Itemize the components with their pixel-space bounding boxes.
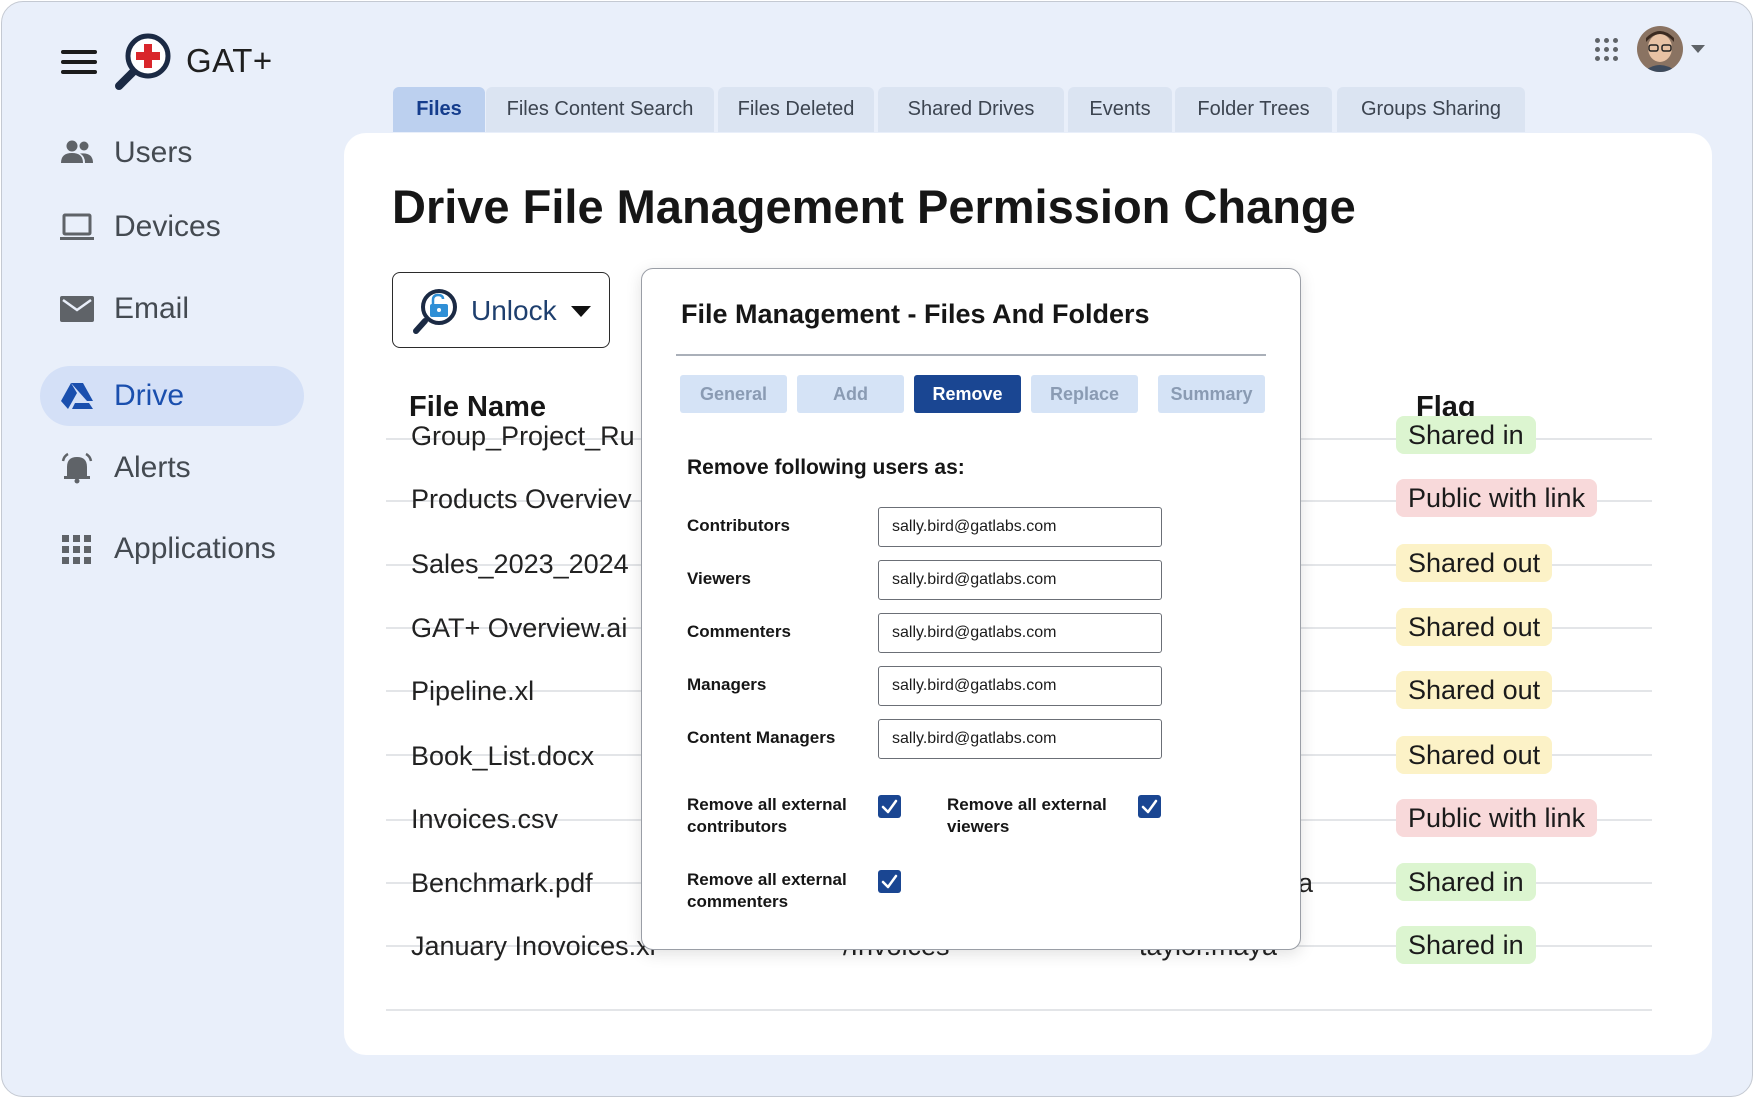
bell-icon xyxy=(60,452,94,484)
tab-groups-sharing[interactable]: Groups Sharing xyxy=(1337,87,1525,132)
menu-icon[interactable] xyxy=(61,48,97,76)
chevron-down-icon xyxy=(571,306,591,317)
flag-badge: Shared in xyxy=(1396,863,1536,901)
modal-divider xyxy=(676,354,1266,356)
apps-launcher-icon[interactable] xyxy=(1595,38,1619,62)
sidebar-item-label: Drive xyxy=(114,379,185,412)
tab-files-content-search[interactable]: Files Content Search xyxy=(486,87,714,132)
flag-badge: Shared out xyxy=(1396,544,1553,582)
file-name-cell: Benchmark.pdf xyxy=(411,868,593,898)
unlock-dropdown-button[interactable]: Unlock xyxy=(392,272,610,348)
unlock-label: Unlock xyxy=(471,295,557,326)
sidebar-item-applications[interactable]: Applications xyxy=(40,519,304,579)
row-divider xyxy=(386,1009,1652,1011)
sidebar-item-devices[interactable]: Devices xyxy=(40,197,304,257)
flag-badge: Shared in xyxy=(1396,416,1536,454)
tab-folder-trees[interactable]: Folder Trees xyxy=(1175,87,1332,132)
managers-input[interactable] xyxy=(878,666,1162,706)
flag-badge: Shared in xyxy=(1396,926,1536,964)
file-name-cell: Book_List.docx xyxy=(411,741,595,771)
commenters-input[interactable] xyxy=(878,613,1162,653)
sidebar-item-drive[interactable]: Drive xyxy=(40,366,304,426)
remove-external-checkbox[interactable] xyxy=(878,870,901,893)
avatar[interactable] xyxy=(1637,26,1683,72)
file-name-cell: January Inovoices.xl xyxy=(411,931,656,961)
app-window: GAT+ Users Devices Email Drive Alerts Applica… xyxy=(1,1,1753,1097)
field-label: Contributors xyxy=(687,516,790,535)
sidebar-item-alerts[interactable]: Alerts xyxy=(40,438,304,498)
unlock-icon xyxy=(413,289,457,334)
users-icon xyxy=(60,137,94,169)
contributors-input[interactable] xyxy=(878,507,1162,547)
file-name-cell: Products Overviev xyxy=(411,484,632,514)
field-label: Viewers xyxy=(687,569,751,588)
flag-badge: Shared out xyxy=(1396,671,1553,709)
flag-badge: Public with link xyxy=(1396,479,1598,517)
section-heading: Remove following users as: xyxy=(687,456,965,479)
flag-badge: Shared out xyxy=(1396,736,1553,774)
app-name: GAT+ xyxy=(186,42,273,79)
checkbox-label: Remove all external contributors xyxy=(687,795,847,836)
sidebar-item-label: Alerts xyxy=(114,451,191,484)
modal-tab-remove[interactable]: Remove xyxy=(914,375,1021,413)
content-managers-input[interactable] xyxy=(878,719,1162,759)
remove-external-checkbox[interactable] xyxy=(878,795,901,818)
page-title: Drive File Management Permission Change xyxy=(392,180,1356,233)
tab-files-deleted[interactable]: Files Deleted xyxy=(718,87,874,132)
modal-tab-add[interactable]: Add xyxy=(797,375,904,413)
sidebar-item-label: Email xyxy=(114,292,190,325)
envelope-icon xyxy=(60,293,94,325)
file-name-cell: GAT+ Overview.ai xyxy=(411,613,628,643)
remove-external-checkbox[interactable] xyxy=(1138,795,1161,818)
gat-logo-icon xyxy=(115,33,171,90)
sidebar-item-label: Applications xyxy=(114,532,276,565)
laptop-icon xyxy=(60,211,94,243)
column-header-file-name: File Name xyxy=(409,391,546,423)
viewers-input[interactable] xyxy=(878,560,1162,600)
checkbox-label: Remove all external viewers xyxy=(947,795,1107,836)
field-label: Commenters xyxy=(687,622,791,641)
modal-tab-summary[interactable]: Summary xyxy=(1158,375,1265,413)
file-management-modal: File Management - Files And Folders Gene… xyxy=(641,268,1301,950)
flag-badge: Public with link xyxy=(1396,799,1598,837)
sidebar-item-email[interactable]: Email xyxy=(40,279,304,339)
file-name-cell: Pipeline.xl xyxy=(411,676,535,706)
file-name-cell: Invoices.csv xyxy=(411,804,559,834)
modal-tab-replace[interactable]: Replace xyxy=(1031,375,1138,413)
checkbox-label: Remove all external commenters xyxy=(687,870,847,911)
tab-events[interactable]: Events xyxy=(1068,87,1172,132)
file-name-cell: Group_Project_Ru xyxy=(411,421,635,451)
flag-badge: Shared out xyxy=(1396,608,1553,646)
sidebar-item-label: Devices xyxy=(114,210,221,243)
field-label: Content Managers xyxy=(687,728,836,747)
sidebar-item-users[interactable]: Users xyxy=(40,123,304,183)
field-label: Managers xyxy=(687,675,767,694)
google-drive-icon xyxy=(60,380,94,412)
tab-files[interactable]: Files xyxy=(393,87,485,132)
modal-tab-general[interactable]: General xyxy=(680,375,787,413)
modal-title: File Management - Files And Folders xyxy=(681,299,1150,329)
tab-shared-drives[interactable]: Shared Drives xyxy=(878,87,1064,132)
file-name-cell: Sales_2023_2024 xyxy=(411,549,629,579)
account-menu-caret-icon[interactable] xyxy=(1691,45,1705,53)
grid-icon xyxy=(60,533,94,565)
sidebar-item-label: Users xyxy=(114,136,193,169)
